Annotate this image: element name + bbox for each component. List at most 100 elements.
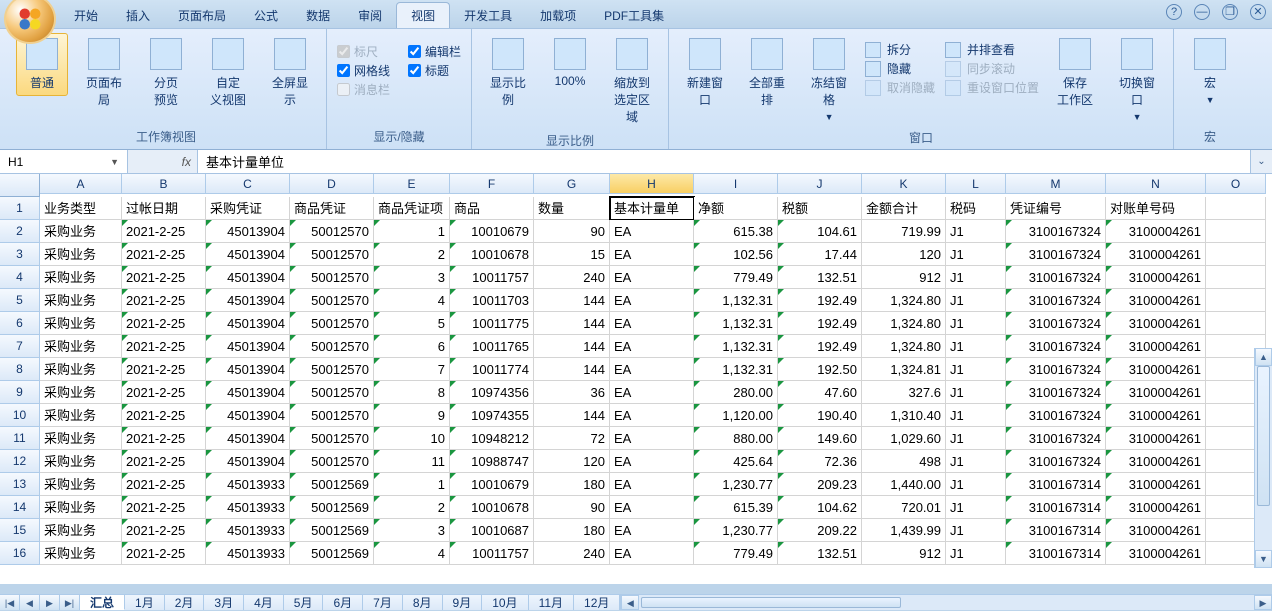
cell[interactable]: 2021-2-25: [122, 312, 206, 335]
cell[interactable]: 50012569: [290, 542, 374, 565]
cell[interactable]: 采购业务: [40, 542, 122, 565]
cell[interactable]: 1,324.80: [862, 335, 946, 358]
macros-button[interactable]: 宏▼: [1184, 33, 1236, 110]
cell[interactable]: EA: [610, 312, 694, 335]
row-header-15[interactable]: 15: [0, 519, 40, 542]
cell[interactable]: J1: [946, 220, 1006, 243]
cell[interactable]: 10010687: [450, 519, 534, 542]
cell[interactable]: EA: [610, 496, 694, 519]
formula-bar-expand[interactable]: ⌄: [1250, 150, 1272, 173]
scroll-right-button[interactable]: ▶: [1254, 595, 1272, 610]
view-fullscreen-button[interactable]: 全屏显示: [264, 33, 316, 113]
fx-button[interactable]: fx: [182, 155, 191, 169]
cell[interactable]: 3100167324: [1006, 450, 1106, 473]
cell[interactable]: 50012569: [290, 473, 374, 496]
cell[interactable]: EA: [610, 289, 694, 312]
row-header-4[interactable]: 4: [0, 266, 40, 289]
cell[interactable]: 50012570: [290, 266, 374, 289]
cell[interactable]: 税额: [778, 197, 862, 220]
row-header-1[interactable]: 1: [0, 197, 40, 220]
view-side-by-side-button[interactable]: 并排查看: [945, 41, 1039, 58]
cell[interactable]: 615.39: [694, 496, 778, 519]
col-header-K[interactable]: K: [862, 174, 946, 194]
cell[interactable]: 104.62: [778, 496, 862, 519]
cell[interactable]: 3100004261: [1106, 427, 1206, 450]
cell[interactable]: 10011703: [450, 289, 534, 312]
cell[interactable]: J1: [946, 266, 1006, 289]
cell[interactable]: 1,029.60: [862, 427, 946, 450]
cell[interactable]: 采购业务: [40, 289, 122, 312]
cell[interactable]: 45013904: [206, 220, 290, 243]
cell[interactable]: 50012570: [290, 427, 374, 450]
cell[interactable]: 采购业务: [40, 427, 122, 450]
cell[interactable]: 1,440.00: [862, 473, 946, 496]
cell[interactable]: 商品凭证: [290, 197, 374, 220]
cell[interactable]: J1: [946, 358, 1006, 381]
cell[interactable]: 15: [534, 243, 610, 266]
sheet-tab-9月[interactable]: 9月: [443, 595, 483, 610]
cell[interactable]: 1,120.00: [694, 404, 778, 427]
sheet-tab-5月[interactable]: 5月: [284, 595, 324, 610]
cell[interactable]: 3100167314: [1006, 542, 1106, 565]
col-header-O[interactable]: O: [1206, 174, 1266, 194]
cell[interactable]: 采购业务: [40, 312, 122, 335]
cell[interactable]: 50012570: [290, 450, 374, 473]
cell[interactable]: EA: [610, 358, 694, 381]
cell[interactable]: 3: [374, 519, 450, 542]
sheet-tab-1月[interactable]: 1月: [125, 595, 165, 610]
ribbon-tab-0[interactable]: 开始: [60, 3, 112, 28]
cell[interactable]: EA: [610, 266, 694, 289]
cell[interactable]: 3100004261: [1106, 358, 1206, 381]
cell[interactable]: 45013933: [206, 542, 290, 565]
cell[interactable]: 2021-2-25: [122, 404, 206, 427]
col-header-A[interactable]: A: [40, 174, 122, 194]
cell[interactable]: J1: [946, 496, 1006, 519]
scroll-down-button[interactable]: ▼: [1255, 550, 1272, 568]
cell[interactable]: 144: [534, 289, 610, 312]
cell[interactable]: 2021-2-25: [122, 473, 206, 496]
cell[interactable]: 商品凭证项: [374, 197, 450, 220]
cell[interactable]: 50012570: [290, 220, 374, 243]
ribbon-tab-8[interactable]: 加载项: [526, 3, 590, 28]
ribbon-tab-5[interactable]: 审阅: [344, 3, 396, 28]
cell[interactable]: 10974356: [450, 381, 534, 404]
cell[interactable]: 净额: [694, 197, 778, 220]
cell[interactable]: 50012570: [290, 381, 374, 404]
scroll-up-button[interactable]: ▲: [1255, 348, 1272, 366]
cell[interactable]: 采购业务: [40, 496, 122, 519]
ribbon-tab-1[interactable]: 插入: [112, 3, 164, 28]
row-header-6[interactable]: 6: [0, 312, 40, 335]
cell[interactable]: 50012569: [290, 519, 374, 542]
sheet-tab-3月[interactable]: 3月: [204, 595, 244, 610]
cell[interactable]: [1206, 197, 1266, 220]
cell[interactable]: 采购业务: [40, 335, 122, 358]
cell[interactable]: J1: [946, 404, 1006, 427]
cell[interactable]: EA: [610, 404, 694, 427]
cell[interactable]: 2021-2-25: [122, 220, 206, 243]
cell[interactable]: 3100004261: [1106, 335, 1206, 358]
cell[interactable]: 7: [374, 358, 450, 381]
cell[interactable]: 金额合计: [862, 197, 946, 220]
cell[interactable]: 72.36: [778, 450, 862, 473]
cell[interactable]: 2021-2-25: [122, 335, 206, 358]
col-header-H[interactable]: H: [610, 174, 694, 194]
cell[interactable]: 180: [534, 519, 610, 542]
freeze-panes-button[interactable]: 冻结窗格▼: [803, 33, 855, 127]
view-custom-button[interactable]: 自定 义视图: [202, 33, 254, 113]
cell[interactable]: 180: [534, 473, 610, 496]
sheet-tab-2月[interactable]: 2月: [165, 595, 205, 610]
cell[interactable]: 779.49: [694, 542, 778, 565]
row-header-8[interactable]: 8: [0, 358, 40, 381]
ribbon-tab-4[interactable]: 数据: [292, 3, 344, 28]
scroll-thumb[interactable]: [1257, 366, 1270, 506]
sheet-nav-first[interactable]: |◀: [0, 595, 20, 610]
cell[interactable]: 498: [862, 450, 946, 473]
cell[interactable]: 11: [374, 450, 450, 473]
cell[interactable]: 3100004261: [1106, 266, 1206, 289]
cell[interactable]: 3100167324: [1006, 381, 1106, 404]
cell[interactable]: 商品: [450, 197, 534, 220]
sheet-nav-prev[interactable]: ◀: [20, 595, 40, 610]
row-header-9[interactable]: 9: [0, 381, 40, 404]
col-header-N[interactable]: N: [1106, 174, 1206, 194]
spreadsheet-grid[interactable]: ABCDEFGHIJKLMNO1业务类型过帐日期采购凭证商品凭证商品凭证项商品数…: [0, 174, 1272, 565]
